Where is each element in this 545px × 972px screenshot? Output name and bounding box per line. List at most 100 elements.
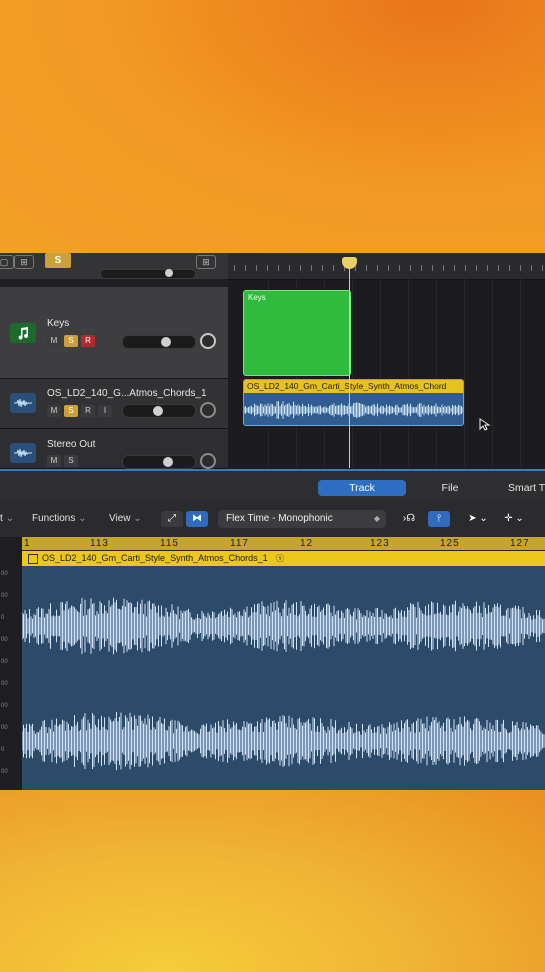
track-row-stereo-out[interactable]: Stereo Out M S: [0, 429, 228, 469]
solo-button[interactable]: S: [64, 455, 78, 467]
region-title: OS_LD2_140_Gm_Carti_Style_Synth_Atmos_Ch…: [244, 380, 463, 393]
ruler-tick: [531, 265, 532, 271]
ruler-tick: [311, 265, 312, 271]
ruler-tick: [245, 265, 246, 271]
functions-menu[interactable]: Functions ⌄: [32, 510, 87, 528]
global-solo-button[interactable]: S: [45, 253, 71, 268]
bar-number: 127: [510, 538, 530, 549]
new-track-icon[interactable]: ⊞: [196, 255, 216, 269]
ruler-tick: [289, 265, 290, 271]
bar-number: 12: [300, 538, 314, 549]
editor-tabs: Track File Smart T: [0, 471, 545, 501]
stereo-waveform: [21, 597, 545, 771]
region-waveform: [244, 401, 463, 419]
waveform-path: [21, 711, 545, 771]
ruler-tick: [388, 265, 389, 271]
scale-label: 0: [1, 747, 5, 753]
solo-button[interactable]: S: [64, 405, 78, 417]
pan-knob[interactable]: [200, 402, 216, 418]
tab-file[interactable]: File: [420, 480, 480, 496]
editor-region-header[interactable]: OS_LD2_140_Gm_Carti_Style_Synth_Atmos_Ch…: [22, 551, 545, 566]
ruler-tick: [443, 265, 444, 271]
ruler-tick: [377, 265, 378, 271]
mute-button[interactable]: M: [47, 405, 61, 417]
arrange-area[interactable]: Keys OS_LD2_140_Gm_Carti_Style_Synth_Atm…: [228, 253, 545, 468]
waveform-path: [21, 597, 545, 655]
playhead[interactable]: [349, 265, 350, 468]
ruler-tick: [366, 265, 367, 271]
pan-knob[interactable]: [200, 453, 216, 469]
grid-line: [464, 279, 465, 468]
editor-ruler[interactable]: 1 113 115 117 12 123 125 127: [22, 537, 545, 550]
grid-line: [352, 279, 353, 468]
view-menu[interactable]: View ⌄: [109, 510, 142, 528]
pan-knob[interactable]: [200, 333, 216, 349]
mute-button[interactable]: M: [47, 455, 61, 467]
pointer-tool-icon[interactable]: ➤ ⌄: [464, 511, 492, 527]
mouse-cursor-icon: [479, 418, 491, 431]
loop-icon[interactable]: ⓢ: [276, 554, 284, 563]
ruler-tick: [234, 265, 235, 271]
scale-label: 00: [1, 769, 8, 775]
scale-label: 00: [1, 637, 8, 643]
background-bottom: [0, 790, 545, 972]
input-monitor-button[interactable]: I: [98, 405, 112, 417]
headphones-icon[interactable]: ›☊: [398, 511, 420, 527]
output-icon: [10, 443, 36, 463]
ruler-tick: [267, 265, 268, 271]
collapse-icon[interactable]: ▢: [0, 255, 14, 269]
scale-label: 00: [1, 681, 8, 687]
scale-label: 00: [1, 659, 8, 665]
record-enable-button[interactable]: R: [81, 405, 95, 417]
track-name: OS_LD2_140_G...Atmos_Chords_1: [47, 388, 207, 399]
ruler-tick: [465, 265, 466, 271]
catch-icon[interactable]: ⤢: [161, 511, 183, 527]
bar-number: 115: [160, 538, 179, 549]
track-row-keys[interactable]: Keys M S R: [0, 287, 228, 379]
editor-waveform-area[interactable]: [21, 566, 545, 790]
waveform-icon: [10, 393, 36, 413]
secondary-tool-icon[interactable]: ✛ ⌄: [500, 511, 528, 527]
ruler-tick: [256, 265, 257, 271]
ruler-tick: [432, 265, 433, 271]
edit-menu[interactable]: t ⌄: [0, 510, 14, 528]
track-row-audio[interactable]: OS_LD2_140_G...Atmos_Chords_1 M S R I: [0, 379, 228, 429]
bar-number: 1: [24, 538, 31, 549]
partial-fader[interactable]: [100, 269, 196, 279]
ruler-tick: [520, 265, 521, 271]
ruler-tick: [487, 265, 488, 271]
link-icon[interactable]: ⧓: [186, 511, 208, 527]
bar-number: 123: [370, 538, 390, 549]
scale-label: 0: [1, 615, 5, 621]
amplitude-scale: 00000000000000000000: [0, 537, 22, 790]
editor-toolbar: t ⌄ Functions ⌄ View ⌄ ⤢ ⧓ Flex Time - M…: [0, 501, 545, 538]
waveform-path: [244, 401, 463, 419]
midi-region[interactable]: Keys: [243, 290, 351, 376]
flex-mode-select[interactable]: Flex Time - Monophonic ◆: [218, 510, 386, 528]
scale-label: 00: [1, 593, 8, 599]
solo-button[interactable]: S: [64, 335, 78, 347]
flex-icon[interactable]: ⫯: [428, 511, 450, 527]
bar-number: 125: [440, 538, 460, 549]
volume-fader[interactable]: [122, 335, 196, 349]
tab-track[interactable]: Track: [318, 480, 406, 496]
ruler-tick: [509, 265, 510, 271]
volume-fader[interactable]: [122, 455, 196, 469]
bar-number: 117: [230, 538, 249, 549]
background-top: [0, 0, 545, 253]
tab-smart-tempo[interactable]: Smart T: [500, 480, 545, 496]
track-name: Stereo Out: [47, 439, 96, 450]
audio-region[interactable]: OS_LD2_140_Gm_Carti_Style_Synth_Atmos_Ch…: [243, 379, 464, 426]
track-buttons: M S R I: [47, 405, 112, 417]
scale-label: 00: [1, 703, 8, 709]
ruler-tick: [498, 265, 499, 271]
music-note-icon: [10, 323, 36, 343]
logic-window: ▢ ⊞ S ⊞ Keys M S R OS_LD2_140_G...Atmos_…: [0, 253, 545, 790]
record-enable-button[interactable]: R: [81, 335, 95, 347]
arrange-ruler[interactable]: [228, 253, 545, 280]
region-icon: [28, 553, 38, 564]
mute-button[interactable]: M: [47, 335, 61, 347]
scale-label: 00: [1, 571, 8, 577]
volume-fader[interactable]: [122, 404, 196, 418]
add-track-icon[interactable]: ⊞: [14, 255, 34, 269]
